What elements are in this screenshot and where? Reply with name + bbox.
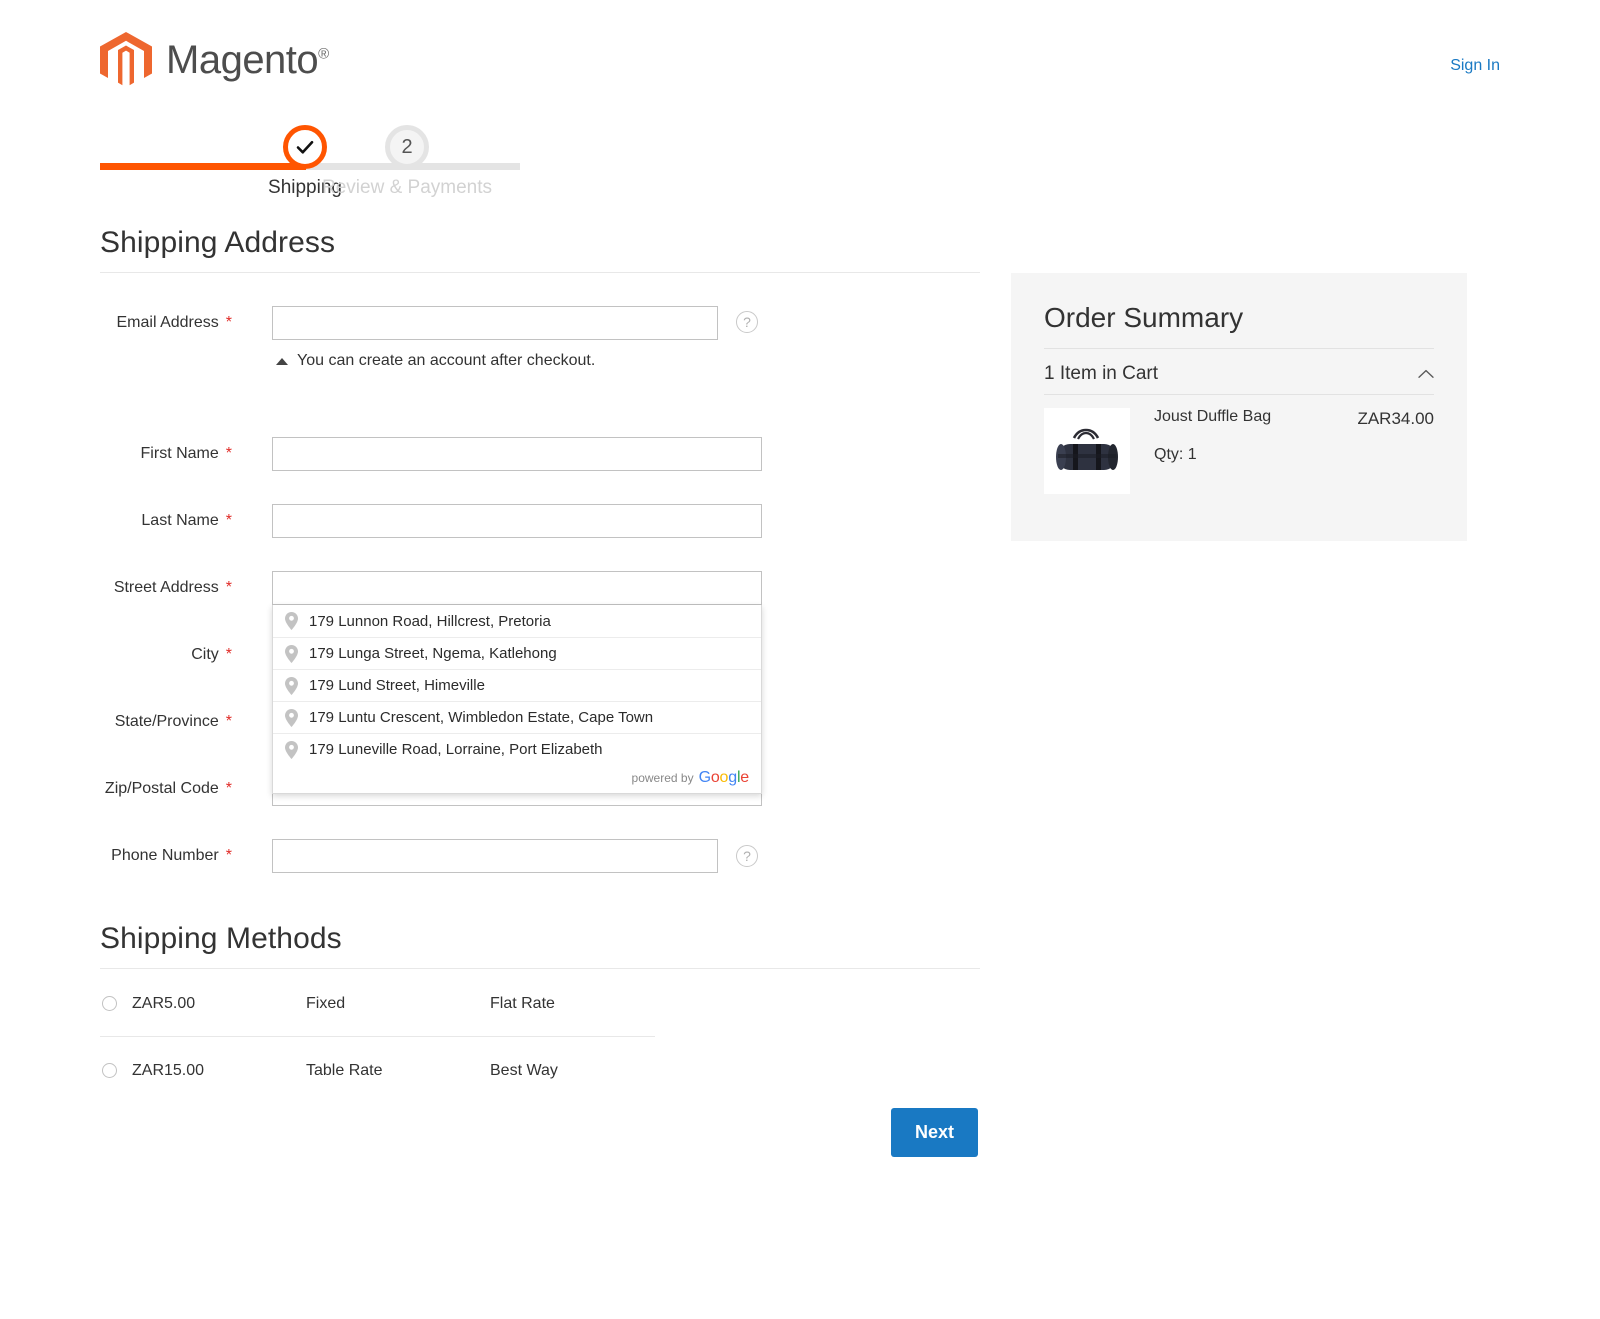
- required-marker: *: [226, 512, 232, 529]
- shipping-method-radio-best-way[interactable]: [102, 1063, 117, 1078]
- registered-mark: ®: [318, 46, 329, 63]
- first-name-input[interactable]: [272, 437, 762, 471]
- sign-in-link[interactable]: Sign In: [1450, 57, 1500, 75]
- map-pin-icon: [285, 645, 298, 663]
- order-summary-divider-bottom: [1044, 394, 1434, 395]
- step-review-number: 2: [401, 136, 412, 159]
- step-shipping-circle: [283, 125, 327, 169]
- required-marker: *: [226, 579, 232, 596]
- cart-item-qty: Qty: 1: [1154, 446, 1357, 464]
- phone-number-label: Phone Number*: [62, 847, 232, 865]
- map-pin-icon: [285, 741, 298, 759]
- shipping-method-name: Table Rate: [306, 1062, 383, 1080]
- order-summary-divider-top: [1044, 348, 1434, 349]
- map-pin-icon: [285, 709, 298, 727]
- shipping-methods-heading: Shipping Methods: [100, 922, 342, 956]
- powered-by-text: powered by: [632, 771, 694, 785]
- shipping-methods-divider: [100, 968, 980, 969]
- cart-item-name: Joust Duffle Bag: [1154, 408, 1357, 426]
- first-name-label: First Name*: [62, 445, 232, 463]
- duffle-bag-image: [1044, 408, 1130, 494]
- autocomplete-suggestion[interactable]: 179 Lund Street, Himeville: [273, 669, 761, 701]
- shipping-address-heading: Shipping Address: [100, 226, 335, 260]
- autocomplete-suggestion-text: 179 Lunnon Road, Hillcrest, Pretoria: [309, 613, 551, 630]
- google-wordmark: Google: [699, 769, 749, 787]
- autocomplete-suggestion-text: 179 Luneville Road, Lorraine, Port Eliza…: [309, 741, 603, 758]
- shipping-method-price: ZAR15.00: [132, 1062, 204, 1080]
- autocomplete-suggestion-text: 179 Luntu Crescent, Wimbledon Estate, Ca…: [309, 709, 653, 726]
- create-account-note[interactable]: You can create an account after checkout…: [276, 352, 595, 370]
- cart-item-details: Joust Duffle Bag Qty: 1: [1154, 408, 1357, 494]
- shipping-method-name: Fixed: [306, 995, 345, 1013]
- create-account-note-text: You can create an account after checkout…: [297, 352, 595, 370]
- last-name-label: Last Name*: [62, 512, 232, 530]
- map-pin-icon: [285, 677, 298, 695]
- zip-postal-code-label: Zip/Postal Code*: [62, 780, 232, 798]
- autocomplete-suggestion-text: 179 Lund Street, Himeville: [309, 677, 485, 694]
- shipping-method-carrier: Best Way: [490, 1062, 558, 1080]
- email-help-icon[interactable]: ?: [736, 311, 758, 333]
- shipping-address-divider: [100, 272, 980, 273]
- address-autocomplete-dropdown[interactable]: 179 Lunnon Road, Hillcrest, Pretoria 179…: [272, 605, 762, 794]
- phone-number-input[interactable]: [272, 839, 718, 873]
- last-name-input[interactable]: [272, 504, 762, 538]
- autocomplete-suggestion[interactable]: 179 Luneville Road, Lorraine, Port Eliza…: [273, 733, 761, 765]
- street-address-input[interactable]: [272, 571, 762, 605]
- chevron-up-icon: [1418, 369, 1434, 379]
- autocomplete-suggestion[interactable]: 179 Luntu Crescent, Wimbledon Estate, Ca…: [273, 701, 761, 733]
- magento-logo-icon: [100, 32, 152, 88]
- check-icon: [295, 137, 315, 157]
- order-summary-title: Order Summary: [1044, 302, 1243, 334]
- cart-item-row: Joust Duffle Bag Qty: 1 ZAR34.00: [1044, 408, 1434, 494]
- city-label: City*: [62, 646, 232, 664]
- next-button[interactable]: Next: [891, 1108, 978, 1157]
- checkout-progress-bar: Shipping 2 Review & Payments: [100, 125, 520, 203]
- cart-item-price: ZAR34.00: [1357, 408, 1434, 494]
- email-address-label: Email Address*: [62, 314, 232, 332]
- page-header: Magento® Sign In: [0, 0, 1600, 110]
- step-shipping[interactable]: Shipping: [283, 125, 327, 169]
- street-address-label: Street Address*: [62, 579, 232, 597]
- autocomplete-suggestion[interactable]: 179 Lunnon Road, Hillcrest, Pretoria: [273, 605, 761, 637]
- map-pin-icon: [285, 612, 298, 630]
- step-review-label: Review & Payments: [322, 177, 492, 199]
- cart-item-count: 1 Item in Cart: [1044, 363, 1158, 385]
- autocomplete-suggestion-text: 179 Lunga Street, Ngema, Katlehong: [309, 645, 557, 662]
- caret-up-icon: [276, 358, 288, 365]
- powered-by-google: powered by Google: [273, 765, 761, 793]
- required-marker: *: [226, 847, 232, 864]
- state-province-label: State/Province*: [62, 713, 232, 731]
- required-marker: *: [226, 646, 232, 663]
- duffle-bag-thumbnail[interactable]: [1044, 408, 1130, 494]
- required-marker: *: [226, 445, 232, 462]
- shipping-method-radio-flat-rate[interactable]: [102, 996, 117, 1011]
- required-marker: *: [226, 780, 232, 797]
- shipping-method-row-divider: [100, 1036, 655, 1037]
- shipping-method-carrier: Flat Rate: [490, 995, 555, 1013]
- checkout-page: Magento® Sign In Shipping 2 Review & Pay…: [0, 0, 1600, 1319]
- magento-logo[interactable]: Magento®: [100, 32, 329, 88]
- required-marker: *: [226, 314, 232, 331]
- brand-name: Magento®: [166, 40, 329, 80]
- progress-line-complete: [100, 163, 306, 170]
- shipping-method-price: ZAR5.00: [132, 995, 195, 1013]
- phone-help-icon[interactable]: ?: [736, 845, 758, 867]
- order-summary-panel: Order Summary 1 Item in Cart: [1011, 273, 1467, 541]
- autocomplete-suggestion[interactable]: 179 Lunga Street, Ngema, Katlehong: [273, 637, 761, 669]
- required-marker: *: [226, 713, 232, 730]
- cart-items-toggle[interactable]: 1 Item in Cart: [1044, 356, 1434, 392]
- step-review-payments[interactable]: 2 Review & Payments: [385, 125, 429, 169]
- email-address-input[interactable]: [272, 306, 718, 340]
- step-review-circle: 2: [385, 125, 429, 169]
